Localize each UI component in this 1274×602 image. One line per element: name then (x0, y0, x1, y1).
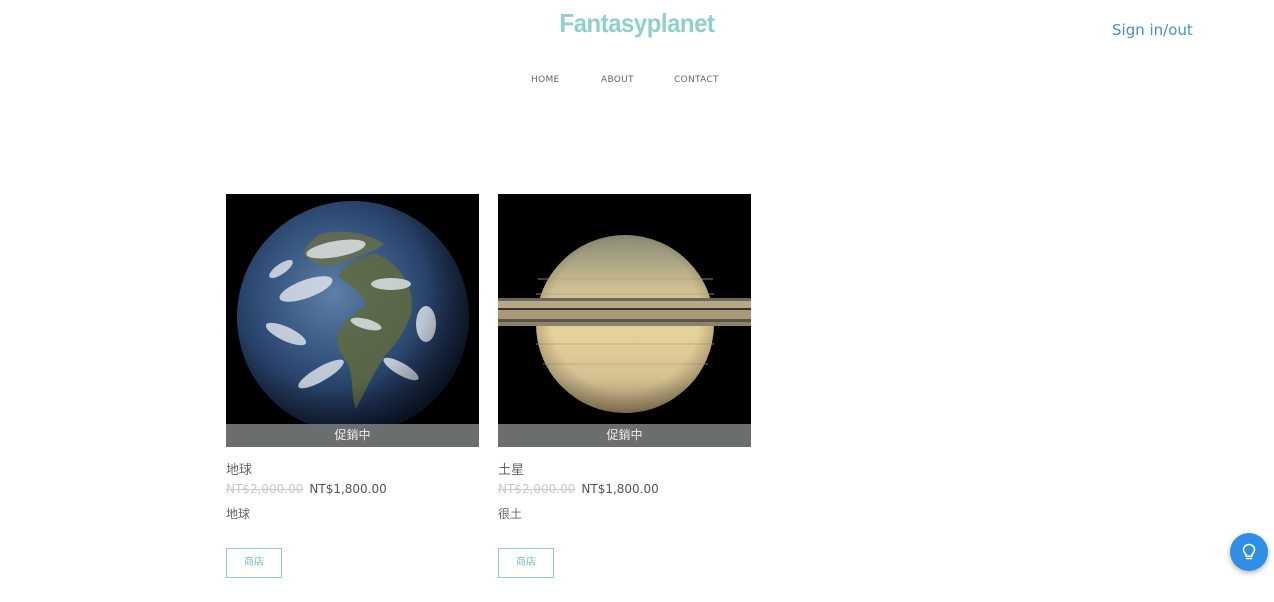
sale-price: NT$1,800.00 (581, 482, 659, 496)
product-prices: NT$2,000.00 NT$1,800.00 (498, 482, 659, 496)
sign-in-out-link[interactable]: Sign in/out (1112, 21, 1193, 39)
sale-badge: 促銷中 (498, 424, 751, 447)
product-card: 促銷中 地球 NT$2,000.00 NT$1,800.00 地球 商店 (226, 194, 479, 578)
main-nav: HOME ABOUT CONTACT (0, 75, 1274, 89)
sale-price: NT$1,800.00 (309, 482, 387, 496)
shop-button[interactable]: 商店 (226, 548, 282, 578)
nav-item-contact[interactable]: CONTACT (674, 75, 719, 85)
saturn-image (498, 194, 751, 447)
product-description: 很土 (498, 507, 523, 521)
product-prices: NT$2,000.00 NT$1,800.00 (226, 482, 387, 496)
lightbulb-icon (1242, 543, 1256, 560)
product-name[interactable]: 地球 (226, 459, 252, 478)
nav-item-home[interactable]: HOME (531, 75, 560, 85)
product-image-earth[interactable]: 促銷中 (226, 194, 479, 447)
shop-button[interactable]: 商店 (498, 548, 554, 578)
nav-item-about[interactable]: ABOUT (601, 75, 634, 85)
brand-logo[interactable]: Fantasyplanet (51, 8, 1223, 39)
product-description: 地球 (226, 507, 251, 521)
product-card: 促銷中 土星 NT$2,000.00 NT$1,800.00 很土 商店 (498, 194, 751, 578)
original-price: NT$2,000.00 (226, 482, 304, 496)
original-price: NT$2,000.00 (498, 482, 576, 496)
product-name[interactable]: 土星 (498, 459, 524, 478)
sale-badge: 促銷中 (226, 424, 479, 447)
earth-image (226, 194, 479, 447)
product-image-saturn[interactable]: 促銷中 (498, 194, 751, 447)
help-button[interactable] (1230, 533, 1268, 571)
